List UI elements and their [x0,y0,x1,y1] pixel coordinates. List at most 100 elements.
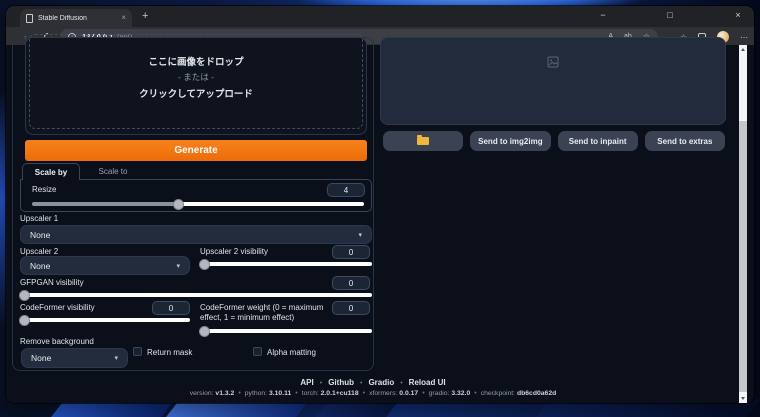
checkpoint-value: db6cd0a62d [516,390,557,397]
codeformer-visibility-input[interactable]: 0 [152,301,190,315]
codeformer-visibility-slider[interactable] [19,315,190,326]
browser-window: Stable Diffusion × + − □ × ← i 127.0.0.1… [6,6,754,403]
bullet-separator: • [400,380,403,387]
bullet-separator: • [295,390,298,397]
folder-icon [417,135,430,145]
scrollbar-down-icon[interactable] [741,397,745,400]
slider-track[interactable] [20,318,190,322]
dropzone-text: ここに画像をドロップ - または - クリックしてアップロード [26,54,366,100]
footer-links: API • Github • Gradio • Reload UI [6,378,740,387]
gradio-link[interactable]: Gradio [368,378,394,387]
image-output-area [380,37,726,125]
open-folder-button[interactable] [383,131,464,151]
bullet-separator: • [362,390,366,397]
chevron-down-icon: ▾ [114,355,118,362]
gradio-label: gradio: [428,390,450,397]
codeformer-weight-input[interactable]: 0 [332,301,370,315]
python-value: 3.10.11 [268,390,292,397]
bullet-separator: • [359,380,363,387]
send-to-inpaint-button[interactable]: Send to inpaint [557,131,638,151]
dropzone-line3: クリックしてアップロード [139,89,253,100]
remove-background-value: None [31,353,52,363]
footer-version-line: version: v1.3.2 • python: 3.10.11 • torch: 2… [6,390,740,397]
tab-title: Stable Diffusion [38,14,87,22]
torch-label: torch: [301,390,319,397]
image-upload-dropzone[interactable]: ここに画像をドロップ - または - クリックしてアップロード [25,34,367,135]
codeformer-weight-label: CodeFormer weight (0 = maximum effect, 1… [200,303,324,322]
generate-button[interactable]: Generate [25,140,367,161]
browser-titlebar: Stable Diffusion × + − □ × [6,6,754,27]
remove-background-label: Remove background [20,337,94,346]
dropzone-line2: - または - [178,72,214,82]
xformers-label: xformers: [369,390,398,397]
chevron-down-icon: ▾ [176,262,180,270]
upscaler1-value: None [30,229,51,240]
slider-track[interactable] [200,262,372,266]
upscaler2-label: Upscaler 2 [20,247,59,256]
tab-close-icon[interactable]: × [121,14,126,22]
output-actions: Send to img2img Send to inpaint Send to … [383,131,725,151]
xformers-value: 0.0.17 [399,390,419,397]
resize-value-input[interactable]: 4 [327,183,365,197]
page-scrollbar[interactable] [739,45,747,403]
codeformer-weight-slider[interactable] [199,326,372,337]
tab-scale-by[interactable]: Scale by [22,163,80,180]
page-favicon-icon [26,13,33,23]
codeformer-visibility-label: CodeFormer visibility [20,303,95,312]
image-placeholder-icon [547,56,559,68]
upscaler2-visibility-input[interactable]: 0 [332,245,370,259]
reload-ui-link[interactable]: Reload UI [409,378,446,387]
gfpgan-visibility-slider[interactable] [19,290,372,301]
upscaler2-value: None [30,260,51,271]
send-to-extras-button[interactable]: Send to extras [644,131,725,151]
upscaler2-visibility-label: Upscaler 2 visibility [200,247,269,256]
upscaler2-visibility-slider[interactable] [199,259,372,270]
torch-value: 2.0.1+cu118 [320,390,359,397]
slider-handle[interactable] [199,259,210,270]
upscaler2-dropdown[interactable]: None ▾ [20,256,190,275]
github-link[interactable]: Github [328,378,354,387]
gfpgan-visibility-input[interactable]: 0 [332,276,370,290]
gfpgan-visibility-label: GFPGAN visibility [20,278,84,287]
slider-handle[interactable] [19,290,30,301]
bullet-separator: • [238,390,241,397]
gradio-value: 3.32.0 [451,390,471,397]
slider-track[interactable] [20,293,372,297]
remove-background-dropdown[interactable]: None ▾ [21,348,128,368]
bullet-separator: • [422,390,425,397]
alpha-matting-checkbox[interactable] [253,347,262,356]
bullet-separator: • [319,380,323,387]
scale-by-panel: Resize 4 [20,179,372,212]
desktop: Stable Diffusion × + − □ × ← i 127.0.0.1… [0,0,760,417]
window-maximize-button[interactable]: □ [661,10,679,20]
resize-slider[interactable] [32,199,364,210]
return-mask-label: Return mask [147,348,193,357]
slider-handle[interactable] [199,326,210,337]
dropzone-line1: ここに画像をドロップ [148,57,244,68]
send-to-img2img-button[interactable]: Send to img2img [470,131,551,151]
checkpoint-label: checkpoint: [480,390,516,397]
webui-page: ここに画像をドロップ - または - クリックしてアップロード Generate… [6,34,754,403]
upscaler1-label: Upscaler 1 [20,214,59,223]
slider-handle[interactable] [19,315,30,326]
settings-menu-icon[interactable]: ⋯ [740,33,748,42]
resize-label: Resize [32,185,57,194]
version-label: version: [189,390,214,397]
tab-scale-to[interactable]: Scale to [86,163,140,180]
new-tab-button[interactable]: + [142,10,148,22]
return-mask-checkbox[interactable] [133,347,142,356]
browser-tab[interactable]: Stable Diffusion × [20,9,132,27]
window-close-button[interactable]: × [729,10,747,20]
scrollbar-thumb[interactable] [739,121,747,392]
window-minimize-button[interactable]: − [594,10,612,20]
slider-handle[interactable] [173,199,185,210]
version-value: v1.3.2 [215,390,235,397]
slider-track[interactable] [32,202,364,206]
slider-track[interactable] [200,329,372,333]
scrollbar-up-icon[interactable] [741,48,745,51]
bullet-separator: • [474,390,477,397]
alpha-matting-label: Alpha matting [267,348,316,357]
api-link[interactable]: API [300,378,313,387]
upscaler1-dropdown[interactable]: None ▾ [20,225,372,244]
chevron-down-icon: ▾ [358,231,362,239]
